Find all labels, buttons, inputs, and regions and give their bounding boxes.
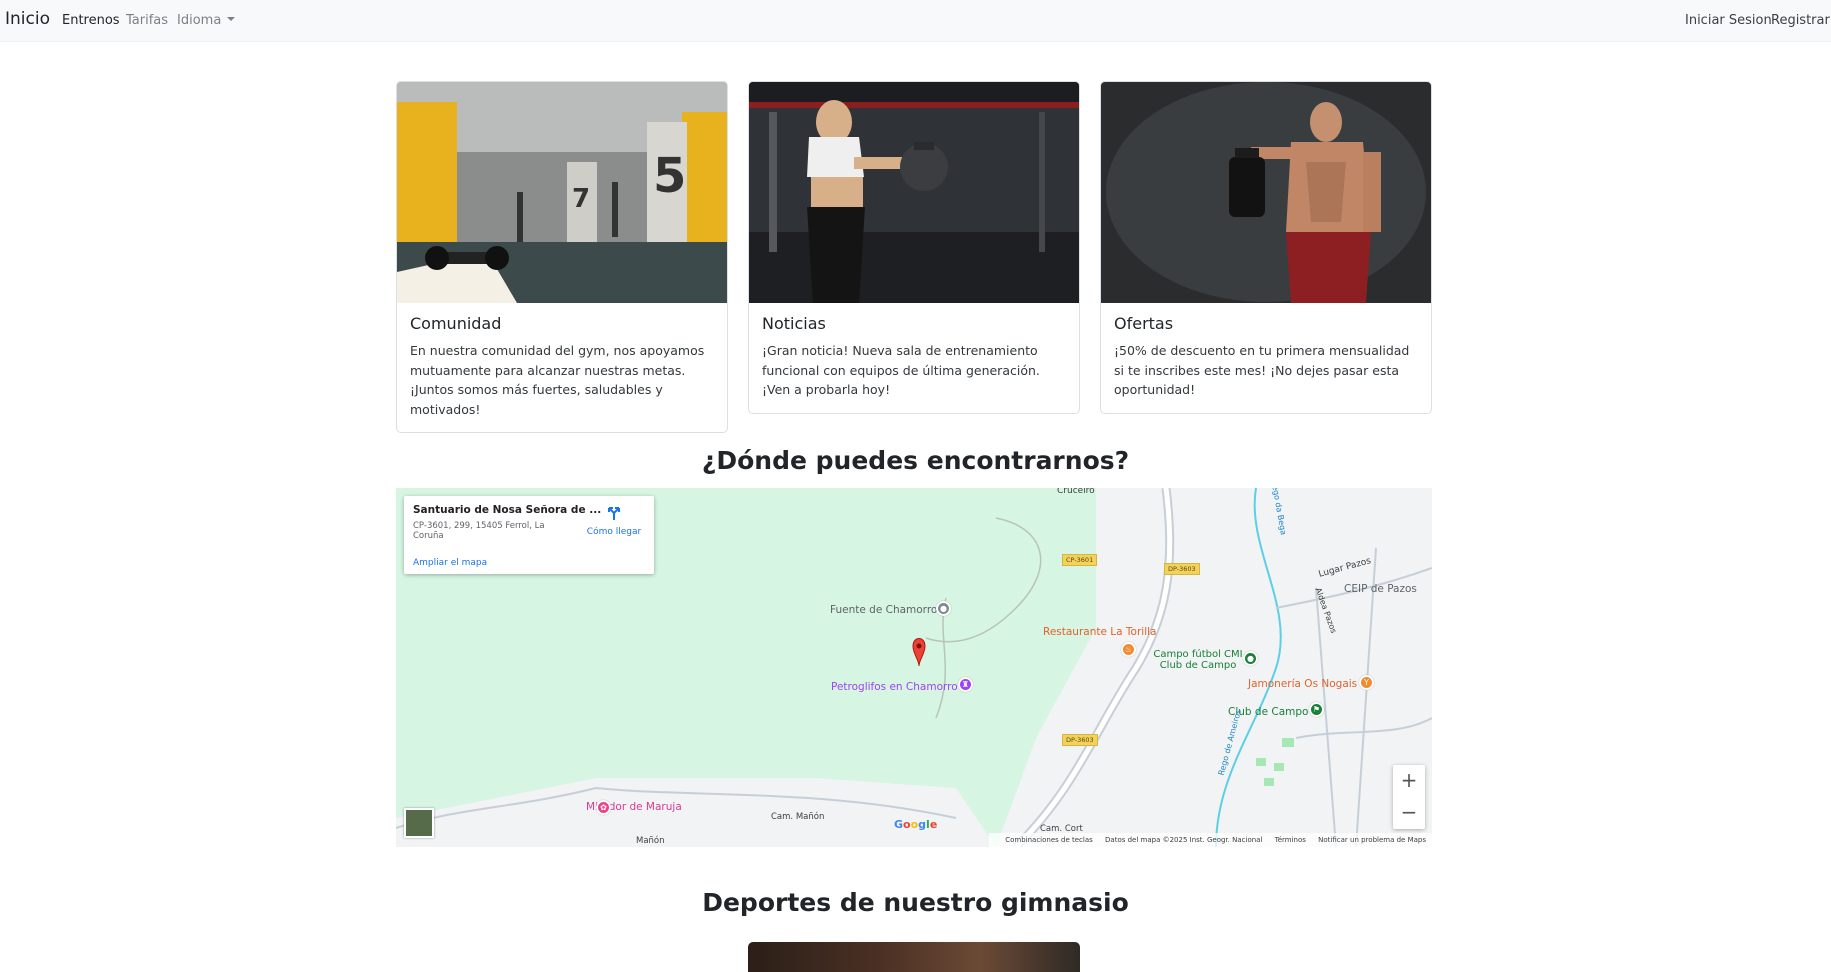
bar-icon: Y (1359, 675, 1374, 690)
directions-icon (608, 507, 620, 520)
map-label-jamoneria: Jamonería Os Nogais (1248, 678, 1358, 690)
card-title: Comunidad (410, 314, 502, 333)
museum-icon: ♜ (958, 677, 973, 692)
card-text: ¡Gran noticia! Nueva sala de entrenamien… (762, 343, 1040, 397)
card-title: Noticias (762, 314, 826, 333)
zoom-controls: + − (1393, 765, 1425, 829)
directions-label: Cómo llegar (586, 527, 642, 537)
keyboard-shortcuts-link[interactable]: Combinaciones de teclas (1005, 836, 1093, 844)
golf-icon: ⚑ (1309, 702, 1324, 717)
nav-tarifas[interactable]: Tarifas (126, 13, 168, 28)
map-footer: Combinaciones de teclas Datos del mapa ©… (989, 833, 1432, 847)
athlete-supplement-image (1101, 82, 1431, 303)
report-problem-link[interactable]: Notificar un problema de Maps (1318, 836, 1426, 844)
card-noticias: Noticias ¡Gran noticia! Nueva sala de en… (748, 81, 1080, 414)
brand-home-link[interactable]: Inicio (5, 9, 50, 29)
directions-button[interactable]: Cómo llegar (584, 505, 644, 537)
road-tag: CP-3601 (1062, 554, 1098, 566)
map-label-fuente: Fuente de Chamorro (830, 604, 938, 616)
google-logo: Google (894, 818, 938, 831)
register-link[interactable]: Registrar (1771, 13, 1830, 28)
map-place-card: Santuario de Nosa Señora de ... CP-3601,… (404, 496, 654, 574)
card-text: En nuestra comunidad del gym, nos apoyam… (410, 343, 705, 417)
road-tag: DP-3603 (1062, 734, 1098, 746)
zoom-in-button[interactable]: + (1393, 765, 1425, 797)
terms-link[interactable]: Términos (1275, 836, 1306, 844)
login-link[interactable]: Iniciar Sesion (1685, 13, 1772, 28)
map-label-ceip: CEIP de Pazos (1344, 583, 1417, 595)
restaurant-icon: ♨ (1121, 642, 1136, 657)
card-text: ¡50% de descuento en tu primera mensuali… (1114, 343, 1410, 397)
card-title: Ofertas (1114, 314, 1174, 333)
card-ofertas: Ofertas ¡50% de descuento en tu primera … (1100, 81, 1432, 414)
gym-interior-image: 5 7 (397, 82, 727, 303)
svg-text:7: 7 (572, 184, 590, 214)
zoom-out-button[interactable]: − (1393, 797, 1425, 829)
map-data-credit: Datos del mapa ©2025 Inst. Geogr. Nacion… (1105, 836, 1263, 844)
road-tag: DP-3603 (1164, 563, 1200, 575)
kettlebell-training-image (749, 82, 1079, 303)
idioma-label: Idioma (177, 13, 222, 28)
place-address: CP-3601, 299, 15405 Ferrol, La Coruña (413, 521, 545, 541)
top-navbar: Inicio Entrenos Tarifas Idioma Iniciar S… (0, 0, 1831, 42)
card-comunidad: 5 7 Comunidad En nuestra comunidad del g… (396, 81, 728, 433)
satellite-layer-toggle[interactable] (404, 808, 434, 838)
landmark-icon: ● (936, 601, 951, 616)
place-name: Santuario de Nosa Señora de ... (413, 504, 602, 516)
map-label-cam-manon: Cam. Mañón (771, 812, 825, 822)
sports-heading: Deportes de nuestro gimnasio (702, 888, 1129, 917)
svg-text:5: 5 (653, 148, 686, 204)
map-label-petroglifos: Petroglifos en Chamorro (831, 681, 958, 693)
map-label-manon: Mañón (636, 836, 665, 846)
map-label-cruceiro: Cruceiro (1057, 488, 1095, 496)
nav-entrenos[interactable]: Entrenos (62, 13, 120, 28)
chevron-down-icon (227, 16, 236, 21)
nav-idioma-dropdown[interactable]: Idioma (177, 13, 236, 28)
sports-venue-icon: ● (1243, 651, 1258, 666)
sport-card-image (748, 942, 1080, 972)
map-label-campo-futbol: Campo fútbol CMI Club de Campo (1153, 649, 1243, 671)
embedded-map[interactable]: Santuario de Nosa Señora de ... CP-3601,… (396, 488, 1432, 847)
map-label-restaurante: Restaurante La Torilla (1043, 626, 1157, 638)
viewpoint-icon: ✿ (596, 800, 611, 815)
enlarge-map-link[interactable]: Ampliar el mapa (413, 558, 487, 568)
location-heading: ¿Dónde puedes encontrarnos? (701, 446, 1130, 475)
